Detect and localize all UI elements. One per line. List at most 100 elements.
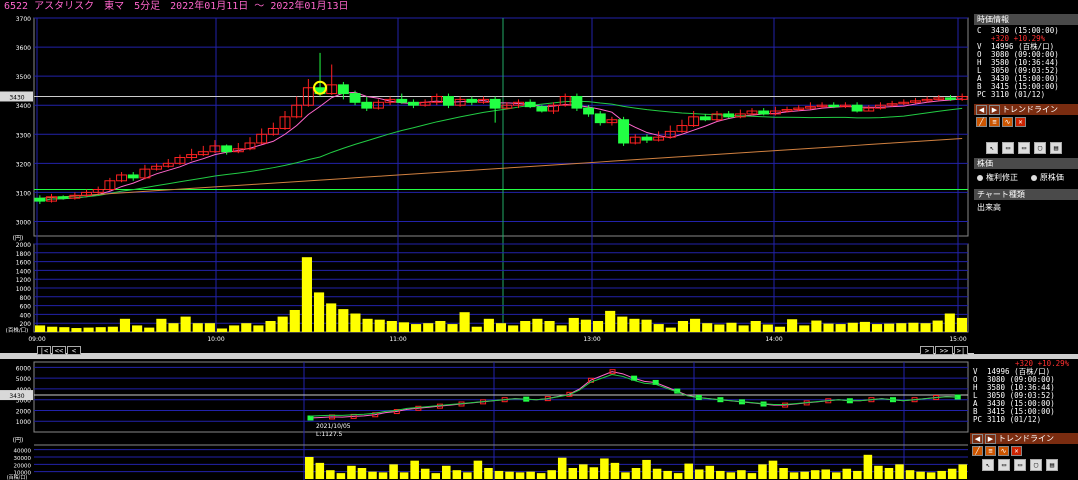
bottom-collapse-arrow-icon[interactable]: ◀ <box>972 433 983 444</box>
bottom-volume-bar <box>863 454 873 479</box>
pane-separator[interactable] <box>0 353 1078 359</box>
bottom-volume-tick-label: 40000 <box>14 449 32 455</box>
nav-back-fast-button[interactable]: << <box>52 346 66 355</box>
price-tick-label: 3100 <box>16 190 31 197</box>
bottom-volume-bar <box>378 472 388 479</box>
bottom-volume-bar <box>842 468 852 479</box>
candle-body <box>571 95 583 109</box>
print-tool-icon[interactable]: ▤ <box>1050 142 1062 154</box>
bottom-volume-bar <box>926 472 936 479</box>
bottom-annotation-date: 2021/10/05 <box>316 423 351 430</box>
volume-bar <box>59 327 70 332</box>
nav-last-button[interactable]: >| <box>954 346 968 355</box>
bottom-volume-bar <box>473 460 483 479</box>
time-tick-label: 11:00 <box>389 336 406 343</box>
radio-raw[interactable] <box>1030 174 1037 181</box>
radio-raw-label: 原株価 <box>1039 173 1064 182</box>
pan-tool-icon[interactable]: ▭ <box>1002 142 1014 154</box>
time-tick-label: 10:00 <box>207 336 224 343</box>
candle-body <box>337 84 349 95</box>
price-tick-label: 3700 <box>16 16 31 23</box>
bottom-expand-arrow-icon[interactable]: ▶ <box>985 433 996 444</box>
line-draw-icon[interactable]: ╱ <box>976 117 987 127</box>
volume-bar <box>653 324 664 332</box>
bottom-pan-tool-icon[interactable]: ▭ <box>998 459 1010 471</box>
volume-bar <box>556 325 567 332</box>
bottom-rect-tool-icon[interactable]: ▢ <box>1030 459 1042 471</box>
collapse-arrow-icon[interactable]: ◀ <box>976 104 987 115</box>
volume-bar <box>289 310 300 332</box>
volume-tick-label: 1000 <box>16 286 31 293</box>
bottom-print-tool-icon[interactable]: ▤ <box>1046 459 1058 471</box>
bottom-volume-bar <box>895 464 904 479</box>
bottom-volume-bar <box>526 471 535 479</box>
volume-bar <box>508 325 519 332</box>
radio-adjusted[interactable] <box>977 174 983 181</box>
volume-tick-label: 1600 <box>16 260 31 267</box>
bottom-copy-tool-icon[interactable]: ▭ <box>1014 459 1026 471</box>
nav-forward-button[interactable]: > <box>920 346 934 355</box>
volume-bar <box>459 312 470 332</box>
volume-bar <box>774 326 786 332</box>
bottom-cursor-tool-icon[interactable]: ↖ <box>982 459 994 471</box>
volume-bar <box>956 317 967 332</box>
volume-bar <box>471 326 482 332</box>
candle-body <box>349 93 361 103</box>
volume-bar <box>495 323 507 332</box>
expand-arrow-icon[interactable]: ▶ <box>989 104 1000 115</box>
hline-draw-icon[interactable]: ≡ <box>989 117 1000 127</box>
bottom-delete-line-icon[interactable]: ✕ <box>1011 446 1022 456</box>
candle-body <box>221 145 233 153</box>
bottom-volume-bar <box>874 465 883 479</box>
curve-draw-icon[interactable]: ∿ <box>1002 117 1013 127</box>
volume-bar <box>374 319 385 332</box>
bottom-volume-bar <box>515 472 525 479</box>
bottom-curve-draw-icon[interactable]: ∿ <box>998 446 1009 456</box>
nav-back-button[interactable]: < <box>67 346 81 355</box>
volume-tick-label: 2000 <box>16 242 31 249</box>
bottom-volume-bar <box>673 473 683 479</box>
volume-bar <box>386 321 397 332</box>
delete-line-icon[interactable]: ✕ <box>1015 117 1026 127</box>
cursor-tool-icon[interactable]: ↖ <box>986 142 998 154</box>
trendline-label: トレンドライン <box>1002 105 1058 114</box>
bottom-volume-bar <box>758 464 767 479</box>
volume-bar <box>617 316 628 332</box>
candle-body <box>396 98 408 103</box>
nav-first-button[interactable]: |< <box>37 346 51 355</box>
bottom-volume-bar <box>336 473 346 479</box>
bottom-volume-bar <box>947 468 957 479</box>
candle-body <box>723 113 735 118</box>
bottom-volume-bar <box>884 468 894 479</box>
info-row-prev-close: PC 3110 (01/12) <box>977 90 1046 99</box>
volume-bar <box>301 257 312 332</box>
price-pane-frame <box>33 17 969 237</box>
bottom-volume-bar <box>368 471 377 479</box>
rect-tool-icon[interactable]: ▢ <box>1034 142 1046 154</box>
bottom-volume-bar <box>610 462 620 479</box>
bottom-volume-bar <box>305 457 314 479</box>
nav-forward-fast-button[interactable]: >> <box>935 346 953 355</box>
bottom-line-draw-icon[interactable]: ╱ <box>972 446 983 456</box>
candle-body <box>524 101 536 108</box>
bottom-unit-label: (円) <box>13 437 24 444</box>
bottom-price-marker-label: 3430 <box>9 393 24 400</box>
bottom-volume-bar <box>821 469 830 479</box>
bottom-volume-bar <box>905 470 915 479</box>
bottom-hline-draw-icon[interactable]: ≡ <box>985 446 996 456</box>
bottom-volume-bar <box>547 470 556 479</box>
bottom-volume-bar <box>326 470 335 479</box>
chart-type-value[interactable]: 出来高 <box>974 200 1078 215</box>
volume-bar <box>168 323 179 332</box>
volume-bar <box>326 303 337 332</box>
volume-bar <box>884 323 895 332</box>
volume-bar <box>532 318 543 332</box>
candle-body <box>57 196 69 199</box>
candle-body <box>699 116 711 121</box>
volume-bar <box>580 319 591 332</box>
volume-bar <box>47 326 58 332</box>
volume-bar <box>253 325 264 332</box>
copy-tool-icon[interactable]: ▭ <box>1018 142 1030 154</box>
chart-area[interactable]: 3700 3600 3500 3400 3300 3200 3100 3000 09:00 10:… <box>0 0 1078 480</box>
volume-bar <box>338 309 349 332</box>
